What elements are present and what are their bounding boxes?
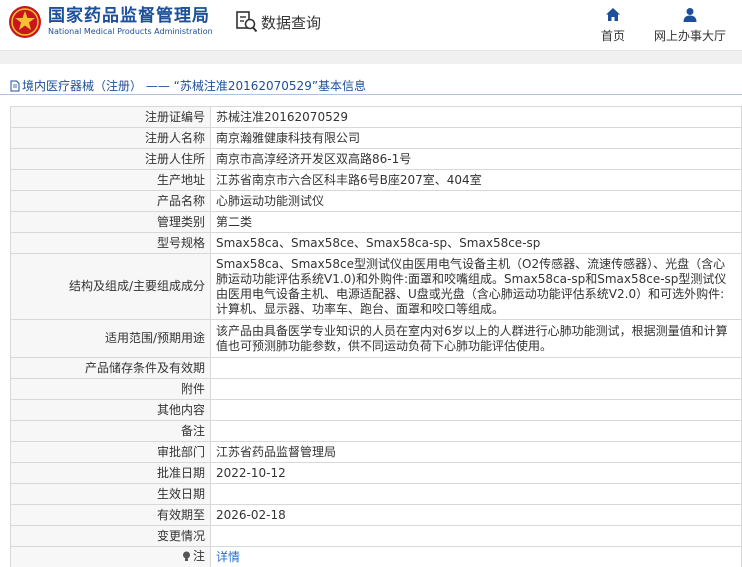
field-value: 江苏省南京市六合区科丰路6号B座207室、404室 [210,169,742,191]
emblem-icon [9,6,41,38]
table-row: 注册证编号 苏械注准20162070529 [10,106,742,128]
home-icon [606,8,620,21]
note-label-cell: 注 [10,546,211,567]
field-label: 备注 [10,420,211,442]
field-label: 型号规格 [10,232,211,254]
logo-title-cn: 国家药品监督管理局 [48,6,210,26]
field-label: 注册人住所 [10,148,211,170]
detail-title-underline [0,94,742,95]
field-label: 产品储存条件及有效期 [10,357,211,379]
field-value [210,357,742,379]
nav-home-label: 首页 [600,29,625,43]
header-divider [0,50,742,64]
field-value: 苏械注准20162070529 [210,106,742,128]
field-label: 适用范围/预期用途 [10,319,211,358]
field-value: Smax58ca、Smax58ce型测试仪由医用电气设备主机（O2传感器、流速传… [210,253,742,320]
detail-header: 境内医疗器械（注册） —— “苏械注准20162070529”基本信息 [0,64,742,104]
field-value: Smax58ca、Smax58ce、Smax58ca-sp、Smax58ce-s… [210,232,742,254]
table-row: 产品名称 心肺运动功能测试仪 [10,190,742,212]
nav-online-hall-label: 网上办事大厅 [653,29,726,43]
field-value: 该产品由具备医学专业知识的人员在室内对6岁以上的人群进行心肺功能测试，根据测量值… [210,319,742,358]
field-value: 2022-10-12 [210,462,742,484]
detail-title: 境内医疗器械（注册） —— “苏械注准20162070529”基本信息 [22,79,367,93]
data-query-label: 数据查询 [261,13,322,32]
table-row: 审批部门 江苏省药品监督管理局 [10,441,742,463]
table-row: 注 详情 [10,546,742,567]
table-row: 型号规格 Smax58ca、Smax58ce、Smax58ca-sp、Smax5… [10,232,742,254]
nav-online-hall[interactable]: 网上办事大厅 [650,7,730,44]
field-label: 生效日期 [10,483,211,505]
field-label: 注册人名称 [10,127,211,149]
field-label: 结构及组成/主要组成成分 [10,253,211,320]
field-label: 生产地址 [10,169,211,191]
logo-title-en: National Medical Products Administration [48,27,213,36]
field-label: 产品名称 [10,190,211,212]
field-value [210,525,742,547]
site-logo[interactable]: 国家药品监督管理局 National Medical Products Admi… [8,5,213,39]
note-value-cell: 详情 [210,546,742,567]
note-bulb-icon [182,551,190,561]
field-label: 变更情况 [10,525,211,547]
table-row: 注册人名称 南京瀚雅健康科技有限公司 [10,127,742,149]
details-link[interactable]: 详情 [216,550,240,564]
field-value: 第二类 [210,211,742,233]
registration-info-table: 注册证编号 苏械注准20162070529 注册人名称 南京瀚雅健康科技有限公司… [10,106,742,567]
table-row: 变更情况 [10,525,742,547]
field-value: 南京瀚雅健康科技有限公司 [210,127,742,149]
field-label: 批准日期 [10,462,211,484]
table-row: 结构及组成/主要组成成分 Smax58ca、Smax58ce型测试仪由医用电气设… [10,253,742,320]
data-query-link[interactable]: 数据查询 [236,10,321,34]
field-value [210,399,742,421]
field-value: 南京市高淳经济开发区双高路86-1号 [210,148,742,170]
note-label: 注 [192,548,205,563]
table-row: 适用范围/预期用途 该产品由具备医学专业知识的人员在室内对6岁以上的人群进行心肺… [10,319,742,358]
table-row: 批准日期 2022-10-12 [10,462,742,484]
field-value [210,483,742,505]
field-value [210,420,742,442]
table-row: 生产地址 江苏省南京市六合区科丰路6号B座207室、404室 [10,169,742,191]
field-label: 其他内容 [10,399,211,421]
field-label: 附件 [10,378,211,400]
table-row: 有效期至 2026-02-18 [10,504,742,526]
user-icon [683,8,697,22]
table-row: 注册人住所 南京市高淳经济开发区双高路86-1号 [10,148,742,170]
table-row: 附件 [10,378,742,400]
field-label: 管理类别 [10,211,211,233]
field-label: 注册证编号 [10,106,211,128]
table-row: 其他内容 [10,399,742,421]
table-row: 生效日期 [10,483,742,505]
data-search-icon [236,11,258,33]
top-header: 国家药品监督管理局 National Medical Products Admi… [0,0,742,50]
field-label: 审批部门 [10,441,211,463]
table-row: 管理类别 第二类 [10,211,742,233]
table-row: 备注 [10,420,742,442]
field-label: 有效期至 [10,504,211,526]
field-value: 2026-02-18 [210,504,742,526]
field-value: 心肺运动功能测试仪 [210,190,742,212]
document-icon [10,80,20,91]
table-row: 产品储存条件及有效期 [10,357,742,379]
nav-home[interactable]: 首页 [598,7,628,44]
field-value: 江苏省药品监督管理局 [210,441,742,463]
field-value [210,378,742,400]
